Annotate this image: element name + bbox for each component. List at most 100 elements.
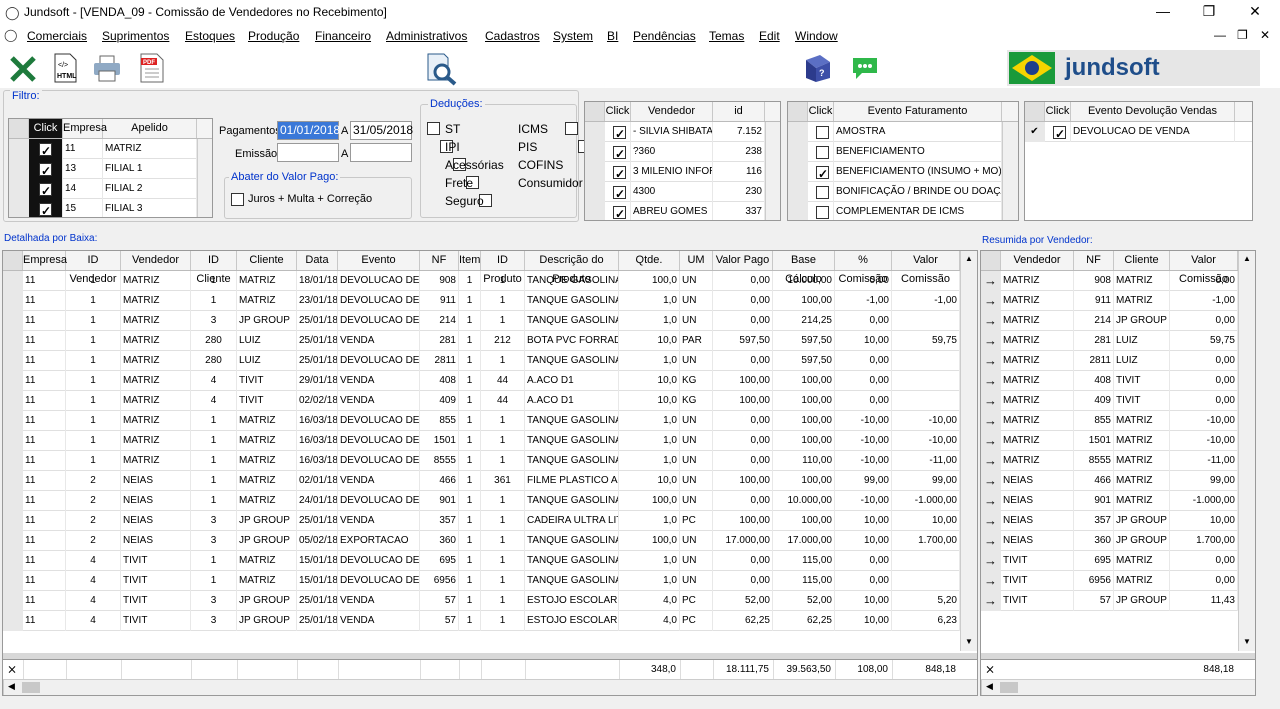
menu-financeiro[interactable]: Financeiro (315, 29, 371, 43)
list-item[interactable]: ?360238 (585, 142, 765, 162)
table-row[interactable]: 111MATRIZ3JP GROUP25/01/18DEVOLUCAO DE V… (3, 311, 960, 331)
company-row[interactable]: 14FILIAL 2 (9, 179, 197, 199)
col-header[interactable]: ID Vendedor (66, 251, 121, 285)
list-item[interactable]: ✔ DEVOLUCAO DE VENDA (1025, 122, 1252, 142)
table-row[interactable]: 11 1 MATRIZ 4 TIVIT 02/02/18 VENDA 409 1 44 A.ACO … (3, 391, 960, 411)
col-header[interactable]: NF (1074, 251, 1114, 270)
col-click[interactable]: Click (1045, 102, 1071, 121)
click-checkbox[interactable] (613, 184, 626, 202)
menu-producao[interactable]: Produção (248, 29, 299, 43)
excel-export-icon[interactable] (8, 52, 38, 84)
summary-row[interactable]: → MATRIZ 214 JP GROUP 0,00 (981, 311, 1238, 331)
col-header[interactable]: Cliente (237, 251, 297, 270)
menu-administrativos[interactable]: Administrativos (386, 29, 467, 43)
menu-comerciais[interactable]: Comerciais (27, 29, 87, 43)
emissao-from-input[interactable] (277, 143, 339, 162)
click-checkbox[interactable] (613, 204, 626, 220)
summary-row[interactable]: → MATRIZ 855 MATRIZ -10,00 (981, 411, 1238, 431)
juros-checkbox[interactable] (231, 193, 244, 206)
col-header[interactable]: Qtde. (619, 251, 680, 270)
summary-vscrollbar[interactable]: ▲ ▼ (1238, 251, 1255, 651)
mdi-close-button[interactable]: ✕ (1260, 28, 1270, 42)
col-header[interactable]: Item (459, 251, 481, 270)
col-header[interactable]: Evento (338, 251, 420, 270)
menu-temas[interactable]: Temas (709, 29, 744, 43)
menu-suprimentos[interactable]: Suprimentos (102, 29, 169, 43)
company-checkbox[interactable] (39, 141, 52, 159)
col-header[interactable]: Vendedor (121, 251, 191, 270)
table-row[interactable]: 111MATRIZ1MATRIZ16/03/18DEVOLUCAO DE VEN… (3, 451, 960, 471)
col-apelido[interactable]: Apelido (103, 119, 197, 138)
list-item[interactable]: COMPLEMENTAR DE ICMS (788, 202, 1002, 220)
deducao-st-checkbox[interactable] (427, 122, 440, 135)
deducao-icms-checkbox[interactable] (565, 122, 578, 135)
summary-row[interactable]: → MATRIZ 409 TIVIT 0,00 (981, 391, 1238, 411)
table-row[interactable]: 11 4 TIVIT 3 JP GROUP 25/01/18 VENDA 57 1 1 ESTOJO… (3, 611, 960, 631)
col-header[interactable]: ID Cliente (191, 251, 237, 285)
mdi-restore-button[interactable]: ❐ (1237, 28, 1248, 42)
table-row[interactable]: 11 2 NEIAS 3 JP GROUP 25/01/18 VENDA 357 1 1 CADEI… (3, 511, 960, 531)
click-checkbox[interactable] (816, 186, 829, 200)
col-evento-faturamento[interactable]: Evento Faturamento (834, 102, 1002, 121)
col-header[interactable]: % Comissão (835, 251, 892, 285)
click-checkbox[interactable] (613, 144, 626, 162)
summary-row[interactable]: → NEIAS 357 JP GROUP 10,00 (981, 511, 1238, 531)
table-row[interactable]: 11 2 NEIAS 3 JP GROUP 05/02/18 EXPORTACAO 360 1 1… (3, 531, 960, 551)
list-item[interactable]: AMOSTRA (788, 122, 1002, 142)
list-item[interactable]: BENEFICIAMENTO (INSUMO + MO) (788, 162, 1002, 182)
summary-row[interactable]: → MATRIZ 911 MATRIZ -1,00 (981, 291, 1238, 311)
col-id[interactable]: id (713, 102, 765, 121)
col-header[interactable]: NF (420, 251, 459, 270)
col-header[interactable]: Base Cálculo (773, 251, 835, 285)
col-header[interactable]: Empresa (23, 251, 67, 270)
col-header[interactable]: Valor Comissão (892, 251, 960, 285)
col-header[interactable]: UM (680, 251, 713, 270)
restore-button[interactable]: ❐ (1186, 0, 1232, 24)
company-row[interactable]: 11MATRIZ (9, 139, 197, 159)
col-empresa[interactable]: Empresa (63, 119, 107, 138)
summary-row[interactable]: → TIVIT 695 MATRIZ 0,00 (981, 551, 1238, 571)
col-evento-devolucao[interactable]: Evento Devolução Vendas (1071, 102, 1235, 121)
col-header[interactable]: Valor Pago (713, 251, 773, 270)
pdf-export-icon[interactable]: PDF (137, 52, 167, 84)
summary-row[interactable]: → MATRIZ 2811 LUIZ 0,00 (981, 351, 1238, 371)
summary-row[interactable]: → MATRIZ 8555 MATRIZ -11,00 (981, 451, 1238, 471)
table-row[interactable]: 114TIVIT1MATRIZ15/01/18DEVOLUCAO DE VEND… (3, 571, 960, 591)
click-checkbox[interactable] (816, 146, 829, 160)
menu-window[interactable]: Window (795, 29, 838, 43)
chat-icon[interactable] (850, 52, 880, 84)
table-row[interactable]: 114TIVIT1MATRIZ15/01/18DEVOLUCAO DE VEND… (3, 551, 960, 571)
table-row[interactable]: 11 1 MATRIZ 280 LUIZ 25/01/18 VENDA 281 1 212 BOTA… (3, 331, 960, 351)
table-row[interactable]: 11 1 MATRIZ 4 TIVIT 29/01/18 VENDA 408 1 44 A.ACO … (3, 371, 960, 391)
summary-row[interactable]: → TIVIT 57 JP GROUP 11,43 (981, 591, 1238, 611)
summary-hscrollbar[interactable]: ◀ (981, 679, 1255, 695)
menu-estoques[interactable]: Estoques (185, 29, 235, 43)
list-item[interactable]: 4300230 (585, 182, 765, 202)
summary-row[interactable]: → MATRIZ 408 TIVIT 0,00 (981, 371, 1238, 391)
col-header[interactable]: Valor Comissão (1170, 251, 1238, 285)
summary-row[interactable]: → NEIAS 466 MATRIZ 99,00 (981, 471, 1238, 491)
menu-pendencias[interactable]: Pendências (633, 29, 696, 43)
col-header[interactable]: Data (297, 251, 338, 270)
table-row[interactable]: 111MATRIZ1MATRIZ23/01/18DEVOLUCAO DE VEN… (3, 291, 960, 311)
detail-vscrollbar[interactable]: ▲ ▼ (960, 251, 977, 651)
pagamentos-from-input[interactable]: 01/01/2018 (277, 121, 340, 140)
html-export-icon[interactable]: </> HTML (50, 52, 80, 84)
summary-row[interactable]: → MATRIZ 908 MATRIZ 0,00 (981, 271, 1238, 291)
minimize-button[interactable]: — (1140, 0, 1186, 24)
menu-edit[interactable]: Edit (759, 29, 780, 43)
emissao-to-input[interactable] (350, 143, 412, 162)
company-checkbox[interactable] (39, 181, 52, 199)
table-row[interactable]: 11 2 NEIAS 1 MATRIZ 02/01/18 VENDA 466 1 361 FILME… (3, 471, 960, 491)
company-scrollbar[interactable] (197, 139, 212, 217)
summary-row[interactable]: → MATRIZ 281 LUIZ 59,75 (981, 331, 1238, 351)
click-checkbox[interactable] (816, 126, 829, 140)
table-row[interactable]: 112NEIAS1MATRIZ24/01/18DEVOLUCAO DE VEND… (3, 491, 960, 511)
col-click[interactable]: Click (29, 119, 63, 138)
company-row[interactable]: 15FILIAL 3 (9, 199, 197, 217)
list-item[interactable]: BONIFICAÇÃO / BRINDE OU DOAÇÃO (788, 182, 1002, 202)
list-item[interactable]: ABREU GOMES337 (585, 202, 765, 220)
col-click[interactable]: Click (605, 102, 631, 121)
vendor-scrollbar[interactable] (765, 122, 780, 220)
summary-row[interactable]: → TIVIT 6956 MATRIZ 0,00 (981, 571, 1238, 591)
